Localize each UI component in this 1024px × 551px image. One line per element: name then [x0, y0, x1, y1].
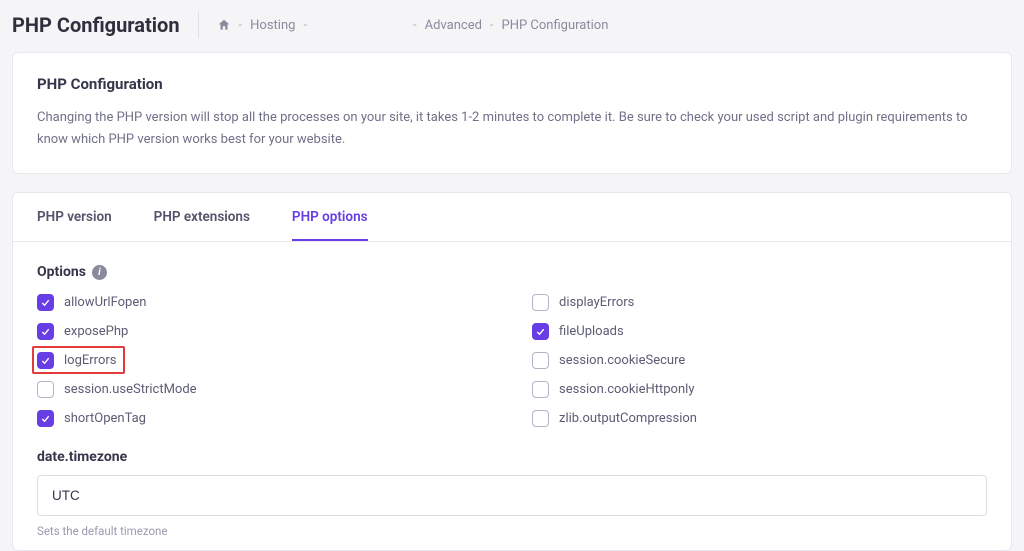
checkbox[interactable]	[37, 381, 54, 398]
timezone-input[interactable]	[37, 475, 987, 516]
option-row: fileUploads	[532, 323, 987, 340]
tab-php-version[interactable]: PHP version	[37, 193, 112, 241]
checkbox[interactable]	[532, 294, 549, 311]
option-row: allowUrlFopen	[37, 294, 492, 311]
breadcrumb-sep: -	[239, 18, 243, 33]
checkbox[interactable]	[37, 352, 54, 369]
breadcrumb-sep: -	[413, 18, 417, 33]
option-label: session.useStrictMode	[64, 382, 197, 397]
options-card: PHP version PHP extensions PHP options O…	[12, 192, 1012, 551]
option-label: logErrors	[64, 353, 116, 368]
breadcrumb-item[interactable]: Advanced	[425, 18, 482, 33]
option-row: zlib.outputCompression	[532, 410, 987, 427]
timezone-helper: Sets the default timezone	[37, 524, 987, 538]
breadcrumb-sep: -	[303, 18, 307, 33]
info-icon[interactable]: i	[92, 265, 107, 280]
breadcrumb: - Hosting - - Advanced - PHP Configurati…	[217, 18, 609, 33]
option-label: displayErrors	[559, 295, 634, 310]
intro-heading: PHP Configuration	[37, 75, 987, 93]
option-row: displayErrors	[532, 294, 987, 311]
breadcrumb-item: PHP Configuration	[502, 18, 609, 33]
page-title: PHP Configuration	[12, 13, 180, 37]
checkbox[interactable]	[37, 410, 54, 427]
options-heading: Options i	[37, 264, 987, 280]
intro-card: PHP Configuration Changing the PHP versi…	[12, 52, 1012, 174]
option-label: shortOpenTag	[64, 411, 146, 426]
timezone-label: date.timezone	[37, 449, 987, 465]
option-label: allowUrlFopen	[64, 295, 146, 310]
tab-php-extensions[interactable]: PHP extensions	[154, 193, 250, 241]
home-icon[interactable]	[217, 18, 231, 32]
option-row: session.useStrictMode	[37, 381, 492, 398]
divider	[198, 12, 199, 38]
checkbox[interactable]	[532, 381, 549, 398]
option-label: zlib.outputCompression	[559, 411, 697, 426]
tabs: PHP version PHP extensions PHP options	[13, 193, 1011, 242]
option-label: session.cookieSecure	[559, 353, 685, 368]
checkbox[interactable]	[532, 410, 549, 427]
option-label: exposePhp	[64, 324, 128, 339]
intro-text: Changing the PHP version will stop all t…	[37, 107, 987, 151]
breadcrumb-sep: -	[490, 18, 494, 33]
option-label: fileUploads	[559, 324, 624, 339]
checkbox[interactable]	[37, 323, 54, 340]
option-row: shortOpenTag	[37, 410, 492, 427]
option-label: session.cookieHttponly	[559, 382, 694, 397]
breadcrumb-item[interactable]: Hosting	[250, 18, 295, 33]
tab-php-options[interactable]: PHP options	[292, 193, 368, 241]
option-row: session.cookieSecure	[532, 352, 987, 369]
checkbox[interactable]	[532, 323, 549, 340]
checkbox[interactable]	[532, 352, 549, 369]
option-row: exposePhp	[37, 323, 492, 340]
checkbox[interactable]	[37, 294, 54, 311]
option-row: session.cookieHttponly	[532, 381, 987, 398]
option-row: logErrors	[37, 352, 492, 369]
